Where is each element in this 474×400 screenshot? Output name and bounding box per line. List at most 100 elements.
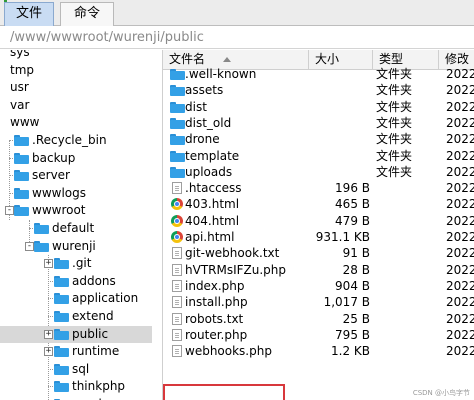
file-row[interactable]: robots.txt 25 B 2022 <box>163 311 474 327</box>
tree-item-label: vendor <box>72 396 114 400</box>
tree-item-extend[interactable]: extend <box>0 308 152 325</box>
tree-item-runtime[interactable]: runtime + <box>0 343 152 360</box>
tab-commands[interactable]: 命令 <box>60 2 114 26</box>
folder-icon <box>170 150 185 162</box>
collapse-icon[interactable]: - <box>5 206 14 216</box>
file-row[interactable]: .htaccess 196 B 2022 <box>163 180 474 196</box>
folder-icon <box>34 223 49 234</box>
file-row[interactable]: 404.html 479 B 2022 <box>163 213 474 229</box>
file-row[interactable]: drone 文件夹 2022 <box>163 131 474 147</box>
tree-item-label: usr <box>10 80 29 95</box>
file-date: 2022 <box>446 67 474 81</box>
file-icon <box>172 345 182 358</box>
tree-guide-line <box>9 175 13 177</box>
collapse-icon[interactable]: - <box>25 241 34 251</box>
tree-item-wwwlogs[interactable]: wwwlogs <box>0 185 152 202</box>
file-row[interactable]: dist 文件夹 2022 <box>163 99 474 115</box>
file-row[interactable]: install.php 1,017 B 2022 <box>163 294 474 310</box>
tree-item-wwwroot[interactable]: wwwroot - <box>0 202 152 219</box>
expand-icon[interactable]: + <box>44 259 53 269</box>
file-row[interactable]: template 文件夹 2022 <box>163 148 474 164</box>
file-name: api.html <box>185 230 235 244</box>
file-row[interactable]: webhooks.php 1.2 KB 2022 <box>163 343 474 359</box>
file-size: 25 B <box>342 311 370 326</box>
file-name: install.php <box>185 295 248 310</box>
file-date: 2022 <box>446 246 474 261</box>
file-type: 文件夹 <box>376 99 413 114</box>
expand-icon[interactable]: + <box>44 347 53 357</box>
tree-item-wurenji[interactable]: wurenji - <box>0 238 152 255</box>
tree-item-usr[interactable]: usr <box>0 79 152 96</box>
tree-item-var[interactable]: var <box>0 97 152 114</box>
tree-item-label: extend <box>72 309 114 323</box>
highlight-box <box>163 384 285 400</box>
file-size <box>308 99 370 115</box>
file-date: 2022 <box>446 115 474 130</box>
file-size <box>308 82 370 98</box>
folder-icon <box>170 85 185 97</box>
file-row[interactable]: git-webhook.txt 91 B 2022 <box>163 245 474 261</box>
file-icon <box>172 247 182 260</box>
tree-item-tmp[interactable]: tmp <box>0 62 152 79</box>
file-row[interactable]: uploads 文件夹 2022 <box>163 164 474 180</box>
file-row[interactable]: hVTRMsIFZu.php 28 B 2022 <box>163 262 474 278</box>
folder-icon <box>54 258 69 270</box>
folder-icon <box>54 275 69 287</box>
file-type: 文件夹 <box>376 132 413 147</box>
file-date: 2022 <box>446 278 474 293</box>
file-type <box>376 311 436 327</box>
file-row[interactable]: 403.html 465 B 2022 <box>163 196 474 212</box>
folder-icon <box>54 328 69 340</box>
file-row[interactable]: api.html 931.1 KB 2022 <box>163 229 474 245</box>
tree-item-git[interactable]: .git + <box>0 255 152 272</box>
tree-item-label: sys <box>10 50 30 59</box>
tree-item-server[interactable]: server <box>0 167 152 184</box>
file-name: .htaccess <box>185 181 242 196</box>
tree-item-thinkphp[interactable]: thinkphp <box>0 378 152 395</box>
sort-ascending-icon <box>223 57 231 62</box>
path-bar[interactable]: /www/wwwroot/wurenji/public <box>0 27 474 49</box>
tree-item-backup[interactable]: backup <box>0 150 152 167</box>
file-name: 404.html <box>185 213 240 228</box>
tree-item-addons[interactable]: addons <box>0 273 152 290</box>
tree-guide-line <box>9 157 13 159</box>
expand-icon[interactable]: + <box>44 329 53 339</box>
tree-guide-line <box>9 140 13 141</box>
file-size <box>308 164 370 180</box>
file-size: 196 B <box>335 181 370 196</box>
file-size <box>308 66 370 82</box>
folder-icon <box>54 381 69 393</box>
tree-item-application[interactable]: application <box>0 290 152 307</box>
file-row[interactable]: .well-known 文件夹 2022 <box>163 66 474 82</box>
tab-files[interactable]: 文件 <box>4 2 54 26</box>
tree-item-recycle-bin[interactable]: .Recycle_bin <box>0 132 152 149</box>
tree-item-default[interactable]: default <box>0 220 152 237</box>
file-name: webhooks.php <box>185 344 272 359</box>
tree-item-www[interactable]: www <box>0 114 152 131</box>
file-date: 2022 <box>446 262 474 277</box>
folder-icon <box>54 311 69 322</box>
file-name: git-webhook.txt <box>185 246 280 261</box>
file-icon <box>172 263 182 276</box>
file-size <box>308 148 370 164</box>
file-name: assets <box>185 83 224 98</box>
file-row[interactable]: router.php 795 B 2022 <box>163 327 474 343</box>
tree-item-label: public <box>72 326 109 341</box>
file-date: 2022 <box>446 148 474 163</box>
folder-icon <box>170 69 185 80</box>
file-row[interactable]: index.php 904 B 2022 <box>163 278 474 294</box>
folder-icon <box>54 346 69 358</box>
tree-item-vendor[interactable]: vendor <box>0 396 152 400</box>
file-type <box>376 196 436 212</box>
tree-item-sys[interactable]: sys <box>0 50 152 61</box>
file-row[interactable]: assets 文件夹 2022 <box>163 82 474 98</box>
file-type: 文件夹 <box>376 164 413 179</box>
folder-icon <box>170 134 185 146</box>
column-header-type-label: 类型 <box>379 52 404 66</box>
file-name: dist_old <box>185 115 232 130</box>
tree-guide-line <box>29 228 33 229</box>
file-type <box>376 229 436 245</box>
tree-item-public[interactable]: public + <box>0 325 152 343</box>
file-row[interactable]: dist_old 文件夹 2022 <box>163 115 474 131</box>
tree-item-sql[interactable]: sql <box>0 361 152 378</box>
